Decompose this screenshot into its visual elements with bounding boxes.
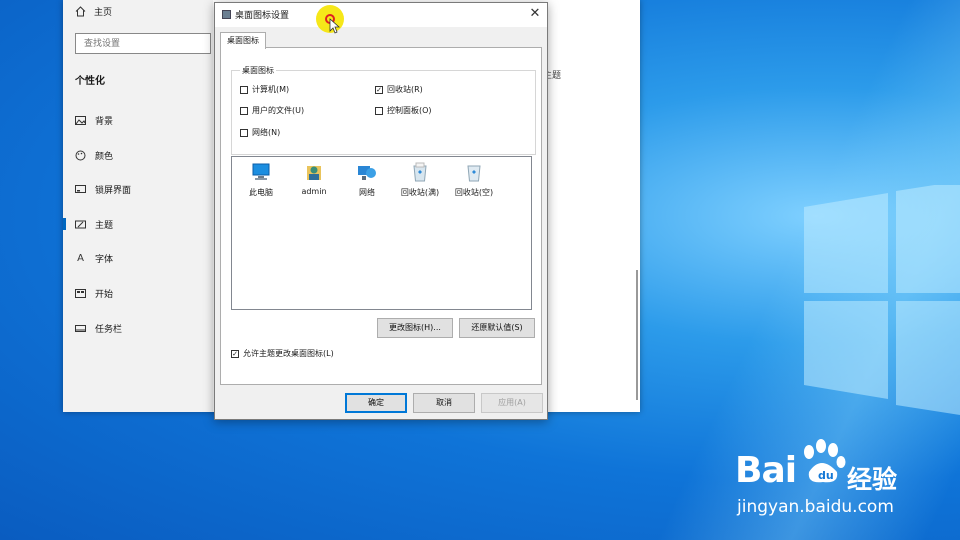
network-icon <box>358 166 376 180</box>
checkbox-box[interactable] <box>240 85 248 94</box>
checkbox-box-checked[interactable]: ✓ <box>375 85 383 94</box>
user-folder-icon <box>307 166 321 180</box>
checkbox-label: 回收站(R) <box>387 85 423 94</box>
checkbox-label: 控制面板(O) <box>387 106 432 115</box>
checkbox-label: 用户的文件(U) <box>252 106 305 115</box>
checkbox-label: 计算机(M) <box>252 85 290 94</box>
search-input[interactable] <box>75 33 211 54</box>
nav-item-background[interactable]: 背景 <box>63 108 213 132</box>
nav-item-taskbar[interactable]: 任务栏 <box>63 316 213 340</box>
list-item-label: 回收站(空) <box>454 188 494 197</box>
checkbox-box[interactable] <box>240 128 248 137</box>
nav-item-label: 锁屏界面 <box>95 185 132 196</box>
cursor-highlight-icon <box>316 5 344 34</box>
list-item[interactable]: 回收站(空) <box>449 161 499 198</box>
nav-item-fonts[interactable]: A 字体 <box>63 246 213 270</box>
icon-list[interactable]: 此电脑 admin 网络 回收站(满) 回收站(空) <box>231 156 532 310</box>
checkbox-recycle-bin[interactable]: ✓ 回收站(R) <box>375 84 423 95</box>
dialog-app-icon <box>222 10 231 19</box>
nav-item-lock-screen[interactable]: 锁屏界面 <box>63 177 213 201</box>
svg-text:du: du <box>818 469 834 482</box>
nav-item-label: 任务栏 <box>95 324 123 335</box>
computer-icon <box>252 163 270 180</box>
baidu-watermark: Bai du 经验 jingyan.baidu.com <box>735 436 935 526</box>
list-item[interactable]: 回收站(满) <box>395 161 445 198</box>
palette-icon <box>75 150 86 160</box>
start-icon <box>75 288 86 298</box>
checkbox-label: 网络(N) <box>252 128 281 137</box>
checkbox-box[interactable] <box>240 106 248 115</box>
checkbox-control-panel[interactable]: 控制面板(O) <box>375 105 432 116</box>
watermark-brand: Bai <box>735 450 797 491</box>
tab-panel: 桌面图标 计算机(M) ✓ 回收站(R) 用户的文件(U) 控制面板(O) 网络… <box>220 47 542 385</box>
list-item-label: admin <box>301 187 327 196</box>
recycle-bin-empty-icon <box>467 165 481 182</box>
nav-home[interactable]: 主页 <box>75 4 112 18</box>
list-item[interactable]: admin <box>289 161 339 196</box>
checkbox-label: 允许主题更改桌面图标(L) <box>243 349 334 358</box>
cancel-button[interactable]: 取消 <box>413 393 475 413</box>
tab-desktop-icons[interactable]: 桌面图标 <box>220 32 266 49</box>
list-item-label: 此电脑 <box>249 188 273 197</box>
image-icon <box>75 115 86 125</box>
checkbox-computer[interactable]: 计算机(M) <box>240 84 289 95</box>
close-button[interactable]: ✕ <box>523 3 547 27</box>
apply-button[interactable]: 应用(A) <box>481 393 543 413</box>
nav-item-label: 字体 <box>95 254 114 265</box>
section-title: 个性化 <box>75 76 105 87</box>
nav-item-label: 主题 <box>95 220 114 231</box>
theme-icon <box>75 220 86 228</box>
checkbox-user-files[interactable]: 用户的文件(U) <box>240 105 304 116</box>
list-item-label: 网络 <box>359 188 375 197</box>
nav-item-label: 颜色 <box>95 151 114 162</box>
nav-item-themes[interactable]: 主题 <box>63 212 213 236</box>
dialog-titlebar[interactable]: 桌面图标设置 ✕ <box>215 3 547 27</box>
list-item[interactable]: 网络 <box>342 161 392 198</box>
nav-home-label: 主页 <box>94 7 113 18</box>
watermark-label: 经验 <box>847 465 898 494</box>
settings-scrollbar[interactable] <box>636 270 638 400</box>
nav-item-colors[interactable]: 颜色 <box>63 143 213 167</box>
desktop-icons-group: 桌面图标 计算机(M) ✓ 回收站(R) 用户的文件(U) 控制面板(O) 网络… <box>231 65 536 155</box>
checkbox-box[interactable] <box>375 106 383 115</box>
checkbox-network[interactable]: 网络(N) <box>240 127 280 138</box>
checkbox-allow-themes[interactable]: ✓ 允许主题更改桌面图标(L) <box>231 348 334 359</box>
desktop-icon-settings-dialog: 桌面图标设置 ✕ 桌面图标 桌面图标 计算机(M) ✓ 回收站(R) 用户的文件… <box>214 2 548 420</box>
list-item[interactable]: 此电脑 <box>236 161 286 198</box>
nav-item-start[interactable]: 开始 <box>63 281 213 305</box>
nav-item-label: 开始 <box>95 289 114 300</box>
recycle-bin-full-icon <box>413 162 427 182</box>
list-item-label: 回收站(满) <box>400 188 440 197</box>
font-icon: A <box>77 252 84 264</box>
lock-screen-icon <box>75 184 86 193</box>
settings-sidebar: 主页 个性化 背景 颜色 锁屏界面 主题 A 字体 开始 任 <box>63 0 213 412</box>
restore-default-button[interactable]: 还原默认值(S) <box>459 318 535 338</box>
taskbar-icon <box>75 324 86 332</box>
ok-button[interactable]: 确定 <box>345 393 407 413</box>
group-label: 桌面图标 <box>240 65 276 76</box>
home-icon <box>75 5 86 16</box>
checkbox-box-checked[interactable]: ✓ <box>231 349 239 358</box>
nav-item-label: 背景 <box>95 116 114 127</box>
paw-logo-icon: du <box>804 439 846 483</box>
change-icon-button[interactable]: 更改图标(H)... <box>377 318 453 338</box>
dialog-title: 桌面图标设置 <box>235 11 290 21</box>
windows-logo-icon <box>804 185 960 415</box>
watermark-url: jingyan.baidu.com <box>737 497 894 517</box>
